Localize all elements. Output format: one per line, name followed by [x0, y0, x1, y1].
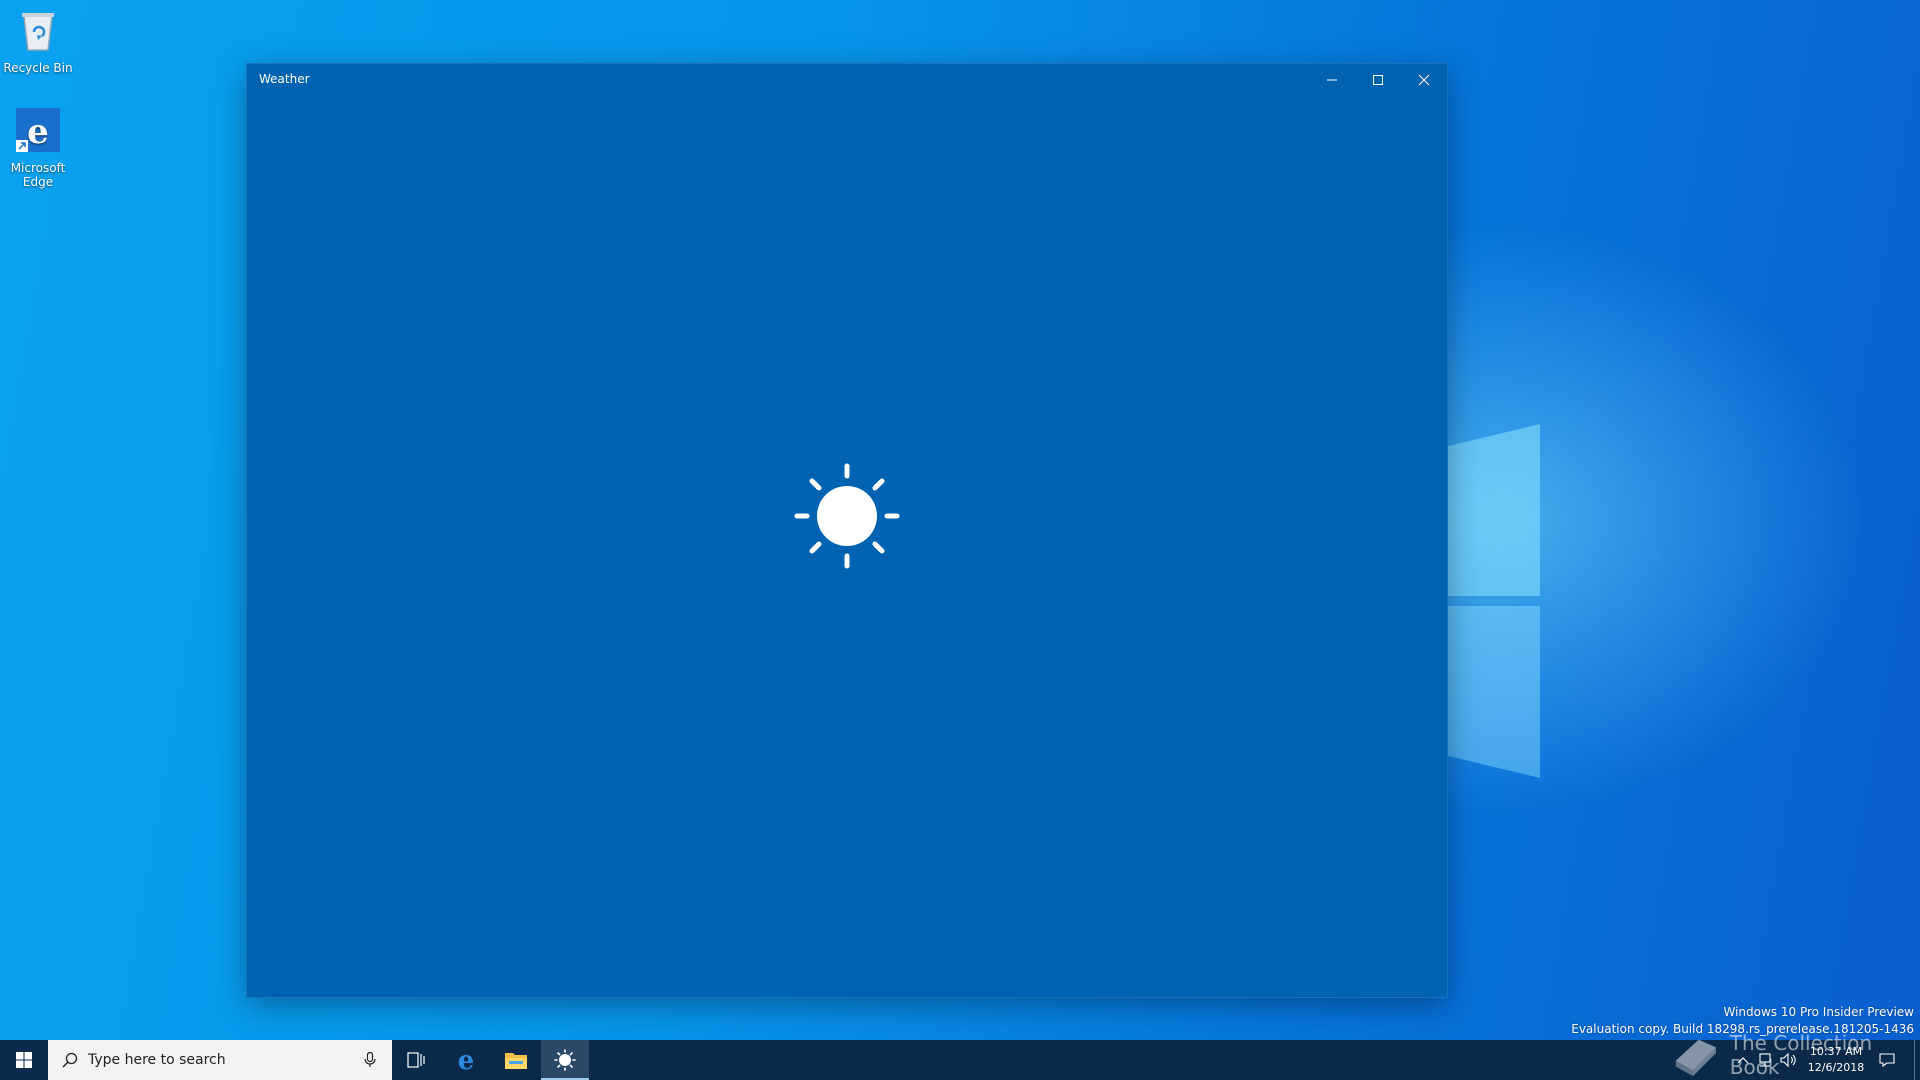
desktop-icon-label: Microsoft Edge	[10, 161, 66, 189]
taskbar-search-box[interactable]: Type here to search	[48, 1040, 392, 1080]
desktop-icon-recycle-bin[interactable]: Recycle Bin	[0, 6, 76, 75]
site-watermark-text: The Collection Book	[1729, 1031, 1873, 1079]
windows-logo-wallpaper	[1440, 424, 1540, 778]
taskbar-edge-button[interactable]: e	[442, 1040, 490, 1080]
microphone-icon[interactable]	[364, 1052, 376, 1068]
maximize-button[interactable]	[1355, 64, 1401, 96]
edge-icon: e	[458, 1048, 475, 1072]
site-watermark: The Collection Book	[1670, 1030, 1920, 1080]
weather-sun-icon	[554, 1049, 576, 1071]
desktop-icon-label: Recycle Bin	[3, 61, 73, 75]
recycle-bin-icon	[22, 13, 54, 51]
svg-text:e: e	[27, 112, 49, 152]
edge-icon: e	[16, 108, 60, 152]
title-bar[interactable]: Weather	[247, 64, 1447, 96]
book-logo-icon	[1675, 1039, 1716, 1077]
watermark-edition: Windows 10 Pro Insider Preview	[1723, 1005, 1914, 1019]
minimize-icon	[1327, 79, 1337, 81]
task-view-button[interactable]	[392, 1040, 440, 1080]
taskbar: Type here to search e 10:37 AM 12/6/2018	[0, 1040, 1920, 1080]
search-placeholder: Type here to search	[88, 1052, 226, 1068]
taskbar-file-explorer-button[interactable]	[492, 1040, 540, 1080]
sun-icon	[794, 463, 900, 569]
file-explorer-icon	[505, 1053, 527, 1069]
svg-text:e: e	[458, 1048, 475, 1072]
desktop-icon-microsoft-edge[interactable]: e Microsoft Edge	[0, 106, 76, 189]
task-view-icon	[407, 1052, 425, 1068]
start-icon	[16, 1052, 32, 1068]
search-icon	[62, 1052, 78, 1068]
taskbar-weather-button[interactable]	[541, 1040, 589, 1080]
close-button[interactable]	[1401, 64, 1447, 96]
close-icon	[1418, 74, 1430, 86]
weather-window: Weather	[247, 64, 1447, 997]
start-button[interactable]	[0, 1040, 48, 1080]
minimize-button[interactable]	[1309, 64, 1355, 96]
maximize-icon	[1373, 75, 1383, 85]
window-title: Weather	[259, 72, 310, 86]
